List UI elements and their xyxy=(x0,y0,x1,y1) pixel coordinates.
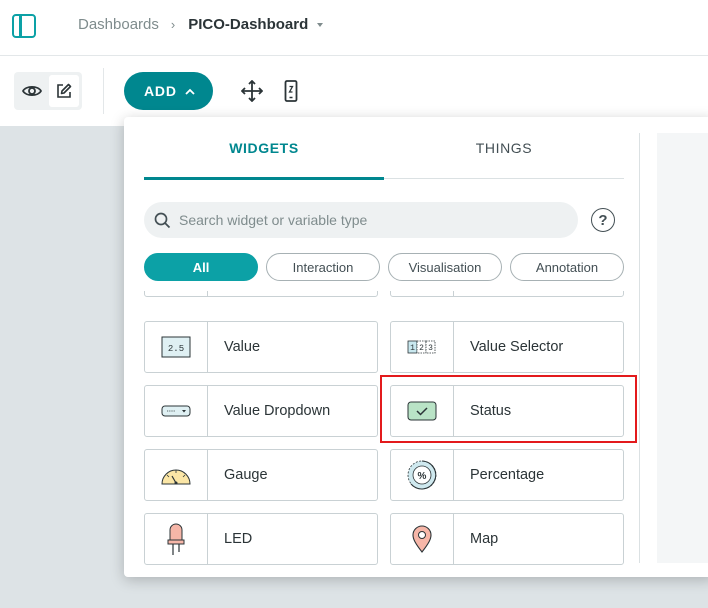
widget-card-label: Gauge xyxy=(224,467,268,483)
add-widget-button[interactable]: ADD xyxy=(124,72,213,110)
widget-card-label: Value Dropdown xyxy=(224,403,331,419)
edit-mode-button[interactable] xyxy=(49,75,79,107)
view-edit-toggle xyxy=(14,72,82,110)
widget-card-label: Status xyxy=(470,403,512,419)
widget-grid: 2.5 Value 1 2 3 Value Selector Value Dro… xyxy=(144,291,624,577)
widget-search-input[interactable] xyxy=(179,212,559,228)
tab-widgets[interactable]: WIDGETS xyxy=(144,117,384,180)
help-icon[interactable]: ? xyxy=(591,208,615,232)
selector-digit: 2 xyxy=(419,344,424,353)
toolbar-divider xyxy=(103,68,104,114)
widget-card-label: LED xyxy=(224,531,253,547)
add-button-label: ADD xyxy=(144,83,177,99)
gauge-icon xyxy=(161,469,191,485)
breadcrumb-current-dashboard[interactable]: PICO-Dashboard xyxy=(188,16,308,33)
widget-card-gauge[interactable]: Gauge xyxy=(144,449,378,501)
widget-card-partial[interactable] xyxy=(390,291,624,297)
widget-card-label: Value Selector xyxy=(470,339,564,355)
top-bar: Dashboards › PICO-Dashboard xyxy=(0,0,708,56)
value-icon-text: 2.5 xyxy=(168,344,184,354)
widget-card-led[interactable]: LED xyxy=(144,513,378,565)
eye-icon xyxy=(22,85,42,97)
percent-icon-text: % xyxy=(418,471,427,482)
widget-card-status[interactable]: Status xyxy=(390,385,624,437)
breadcrumb: Dashboards › PICO-Dashboard xyxy=(78,16,324,33)
selector-digit: 1 xyxy=(410,344,415,353)
status-check-icon xyxy=(407,401,437,421)
filter-all[interactable]: All xyxy=(144,253,258,281)
search-icon xyxy=(154,212,171,228)
panel-tabs: WIDGETS THINGS xyxy=(144,117,624,180)
value-display-icon: 2.5 xyxy=(161,336,191,358)
percentage-icon: % xyxy=(407,460,437,490)
filter-visualisation[interactable]: Visualisation xyxy=(388,253,502,281)
widget-card-label: Percentage xyxy=(470,467,545,483)
widget-card-value-selector[interactable]: 1 2 3 Value Selector xyxy=(390,321,624,373)
add-widget-panel: WIDGETS THINGS ? All Interaction Visuali… xyxy=(124,117,708,577)
filter-annotation[interactable]: Annotation xyxy=(510,253,624,281)
map-pin-icon xyxy=(412,525,432,553)
view-mode-button[interactable] xyxy=(17,75,47,107)
widget-search-field[interactable] xyxy=(144,202,578,238)
filter-chips: All Interaction Visualisation Annotation xyxy=(144,253,624,281)
arrange-move-icon[interactable] xyxy=(241,80,263,102)
mobile-view-icon[interactable] xyxy=(280,80,302,102)
chevron-up-icon xyxy=(185,88,195,95)
widget-card-percentage[interactable]: % Percentage xyxy=(390,449,624,501)
widget-card-map[interactable]: Map xyxy=(390,513,624,565)
sidebar-toggle-icon[interactable] xyxy=(12,14,36,38)
tab-things[interactable]: THINGS xyxy=(384,117,624,179)
widget-card-value-dropdown[interactable]: Value Dropdown xyxy=(144,385,378,437)
value-selector-icon: 1 2 3 xyxy=(407,340,436,354)
toolbar: ADD xyxy=(0,56,708,126)
widget-card-label: Map xyxy=(470,531,499,547)
selector-digit: 3 xyxy=(428,344,433,353)
widget-preview-area xyxy=(657,133,708,563)
widget-card-partial[interactable] xyxy=(144,291,378,297)
widget-card-value[interactable]: 2.5 Value xyxy=(144,321,378,373)
widget-card-label: Value xyxy=(224,339,261,355)
breadcrumb-dashboards-link[interactable]: Dashboards xyxy=(78,16,159,33)
dropdown-icon xyxy=(161,405,191,417)
breadcrumb-separator: › xyxy=(170,17,176,32)
edit-pencil-icon xyxy=(57,83,72,98)
led-icon xyxy=(167,523,185,555)
dashboard-menu-caret-icon[interactable] xyxy=(317,22,324,27)
panel-divider xyxy=(639,133,640,563)
filter-interaction[interactable]: Interaction xyxy=(266,253,380,281)
